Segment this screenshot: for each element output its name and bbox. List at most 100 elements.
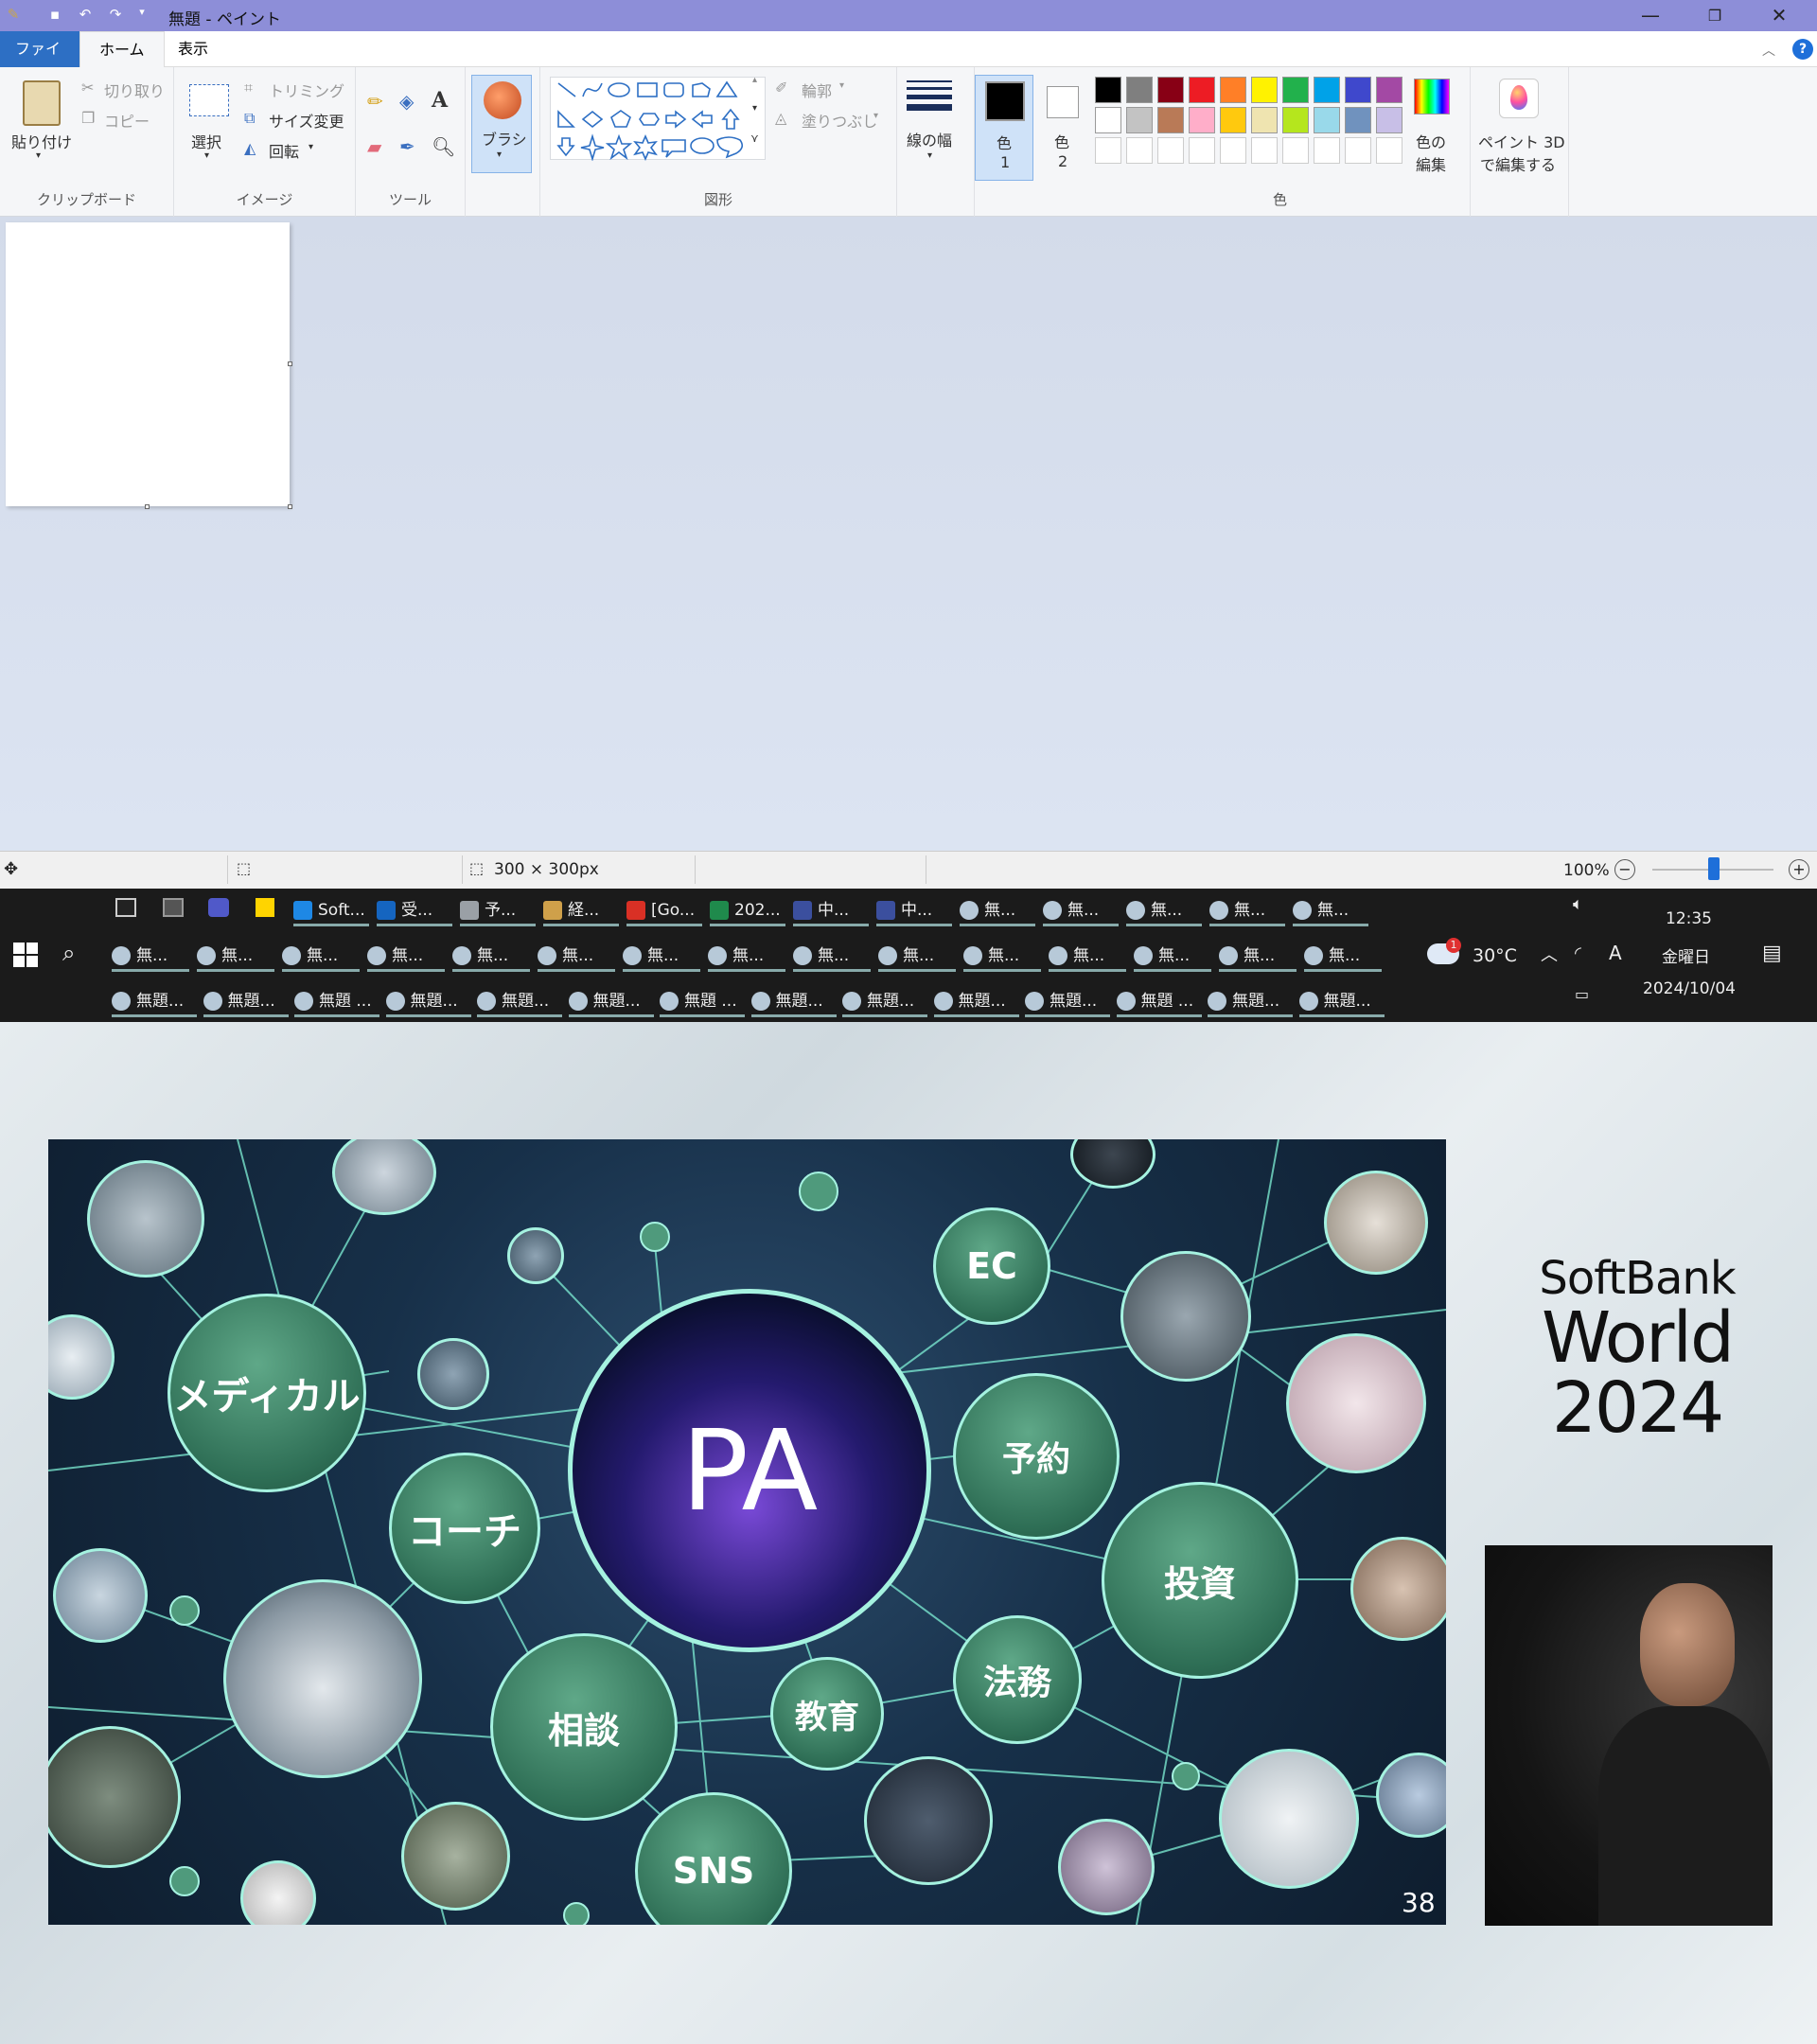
resize-button[interactable]: サイズ変更: [269, 109, 344, 132]
palette-color[interactable]: [1345, 77, 1371, 103]
taskbar-app-button[interactable]: 無...: [1304, 940, 1382, 972]
outline-button[interactable]: 輪郭: [802, 79, 832, 101]
sticky-notes-pinned-icon[interactable]: [256, 898, 274, 917]
taskbar-app-button[interactable]: 無題...: [842, 985, 927, 1017]
palette-color[interactable]: [1376, 77, 1402, 103]
brush-button[interactable]: ブラシ ▾: [471, 75, 532, 173]
paint-app-icon[interactable]: ✎: [4, 6, 23, 25]
undo-icon[interactable]: ↶: [76, 6, 95, 25]
ime-indicator-icon[interactable]: A: [1609, 942, 1622, 964]
taskbar-app-button[interactable]: 無題 ...: [660, 985, 745, 1017]
taskbar-app-button[interactable]: 経...: [543, 894, 619, 926]
taskbar-app-button[interactable]: 無...: [1126, 894, 1202, 926]
palette-color[interactable]: [1189, 107, 1215, 133]
paint3d-icon[interactable]: [1499, 79, 1539, 118]
fill-button[interactable]: 塗りつぶし: [802, 109, 877, 132]
line-width-icon[interactable]: [907, 80, 952, 118]
custom-color-slot[interactable]: [1126, 137, 1153, 164]
palette-color[interactable]: [1157, 107, 1184, 133]
taskbar-app-button[interactable]: 無題 ...: [1116, 985, 1202, 1017]
taskbar-app-button[interactable]: 無...: [282, 940, 360, 972]
taskbar-app-button[interactable]: 受...: [377, 894, 452, 926]
line-width-dropdown-icon[interactable]: ▾: [927, 150, 932, 161]
taskbar-app-button[interactable]: 無題...: [203, 985, 289, 1017]
custom-color-slot[interactable]: [1157, 137, 1184, 164]
select-icon[interactable]: [189, 84, 229, 116]
paint3d-label-1[interactable]: ペイント 3D: [1478, 130, 1565, 152]
paste-icon[interactable]: [23, 80, 61, 126]
resize-handle-corner[interactable]: [288, 504, 292, 509]
palette-color[interactable]: [1095, 77, 1121, 103]
pencil-icon[interactable]: ✏: [367, 90, 383, 113]
color1-button[interactable]: 色 1: [975, 75, 1033, 181]
help-icon[interactable]: ?: [1792, 39, 1813, 60]
palette-color[interactable]: [1251, 77, 1278, 103]
teams-pinned-icon[interactable]: [208, 898, 229, 917]
clock-day[interactable]: 金曜日: [1662, 943, 1710, 967]
custom-color-slot[interactable]: [1314, 137, 1340, 164]
close-button[interactable]: ✕: [1747, 0, 1811, 31]
show-hidden-icons-icon[interactable]: ︿: [1541, 942, 1558, 966]
color-palette[interactable]: [1090, 67, 1402, 171]
color-picker-icon[interactable]: ✒: [399, 135, 415, 158]
crop-button[interactable]: トリミング: [269, 79, 344, 101]
palette-color[interactable]: [1282, 107, 1309, 133]
notification-center-icon[interactable]: ▤: [1762, 942, 1782, 965]
taskbar-app-button[interactable]: 無...: [197, 940, 274, 972]
taskbar-app-button[interactable]: 無...: [960, 894, 1035, 926]
save-icon[interactable]: ▪: [45, 6, 64, 25]
custom-color-slot[interactable]: [1220, 137, 1246, 164]
restore-button[interactable]: ❐: [1683, 0, 1747, 31]
copy-button[interactable]: コピー: [104, 109, 150, 132]
custom-color-slot[interactable]: [1345, 137, 1371, 164]
taskbar-app-button[interactable]: 無...: [1209, 894, 1285, 926]
paste-dropdown-icon[interactable]: ▾: [36, 150, 41, 161]
line-width-button[interactable]: 線の幅: [907, 128, 952, 150]
rotate-dropdown-icon[interactable]: ▾: [309, 142, 313, 152]
taskbar-app-button[interactable]: [Go...: [626, 894, 702, 926]
select-dropdown-icon[interactable]: ▾: [204, 150, 209, 161]
taskbar-app-button[interactable]: 無...: [1219, 940, 1297, 972]
palette-color[interactable]: [1314, 77, 1340, 103]
resize-handle-bottom[interactable]: [145, 504, 150, 509]
canvas-workspace[interactable]: [0, 217, 1817, 851]
taskbar-app-button[interactable]: 無題...: [385, 985, 471, 1017]
tab-view[interactable]: 表示: [159, 31, 227, 67]
clock-time[interactable]: 12:35: [1666, 909, 1712, 928]
clock-date[interactable]: 2024/10/04: [1643, 979, 1736, 998]
text-tool-icon[interactable]: A: [432, 88, 448, 113]
custom-color-slot[interactable]: [1376, 137, 1402, 164]
color2-button[interactable]: 色 2: [1037, 75, 1090, 181]
search-icon[interactable]: ⌕: [62, 940, 75, 966]
magnifier-icon[interactable]: 🔍︎: [432, 135, 455, 158]
palette-color[interactable]: [1220, 77, 1246, 103]
palette-color[interactable]: [1157, 77, 1184, 103]
shapes-gallery[interactable]: [550, 77, 766, 161]
select-button[interactable]: 選択: [191, 130, 221, 152]
custom-color-slot[interactable]: [1095, 137, 1121, 164]
drawing-canvas[interactable]: [6, 222, 290, 506]
paint3d-label-2[interactable]: で編集する: [1480, 152, 1556, 175]
palette-color[interactable]: [1251, 107, 1278, 133]
taskbar-app-button[interactable]: 無題 ...: [294, 985, 379, 1017]
taskbar-app-button[interactable]: 無題...: [1025, 985, 1110, 1017]
custom-color-slot[interactable]: [1251, 137, 1278, 164]
taskbar-app-button[interactable]: 無...: [963, 940, 1041, 972]
taskbar-app-button[interactable]: 無...: [1293, 894, 1368, 926]
taskbar-app-button[interactable]: 無...: [452, 940, 530, 972]
start-button-icon[interactable]: [13, 943, 38, 967]
taskbar-app-button[interactable]: 無...: [1049, 940, 1126, 972]
taskbar-app-button[interactable]: 無...: [367, 940, 445, 972]
shapes-expand-icon[interactable]: ⋎: [750, 132, 759, 145]
tab-home[interactable]: ホーム: [79, 31, 165, 67]
edit-colors-label-2[interactable]: 編集: [1416, 152, 1446, 175]
taskbar-app-button[interactable]: 中...: [793, 894, 869, 926]
taskbar-app-button[interactable]: 予...: [460, 894, 536, 926]
fill-bucket-icon[interactable]: ◈: [399, 90, 414, 113]
resize-handle-right[interactable]: [288, 361, 292, 366]
zoom-in-button[interactable]: +: [1789, 859, 1809, 880]
palette-color[interactable]: [1189, 77, 1215, 103]
edit-colors-icon[interactable]: [1414, 79, 1450, 115]
wifi-icon[interactable]: ◜: [1575, 943, 1581, 963]
taskbar-app-button[interactable]: 無...: [538, 940, 615, 972]
